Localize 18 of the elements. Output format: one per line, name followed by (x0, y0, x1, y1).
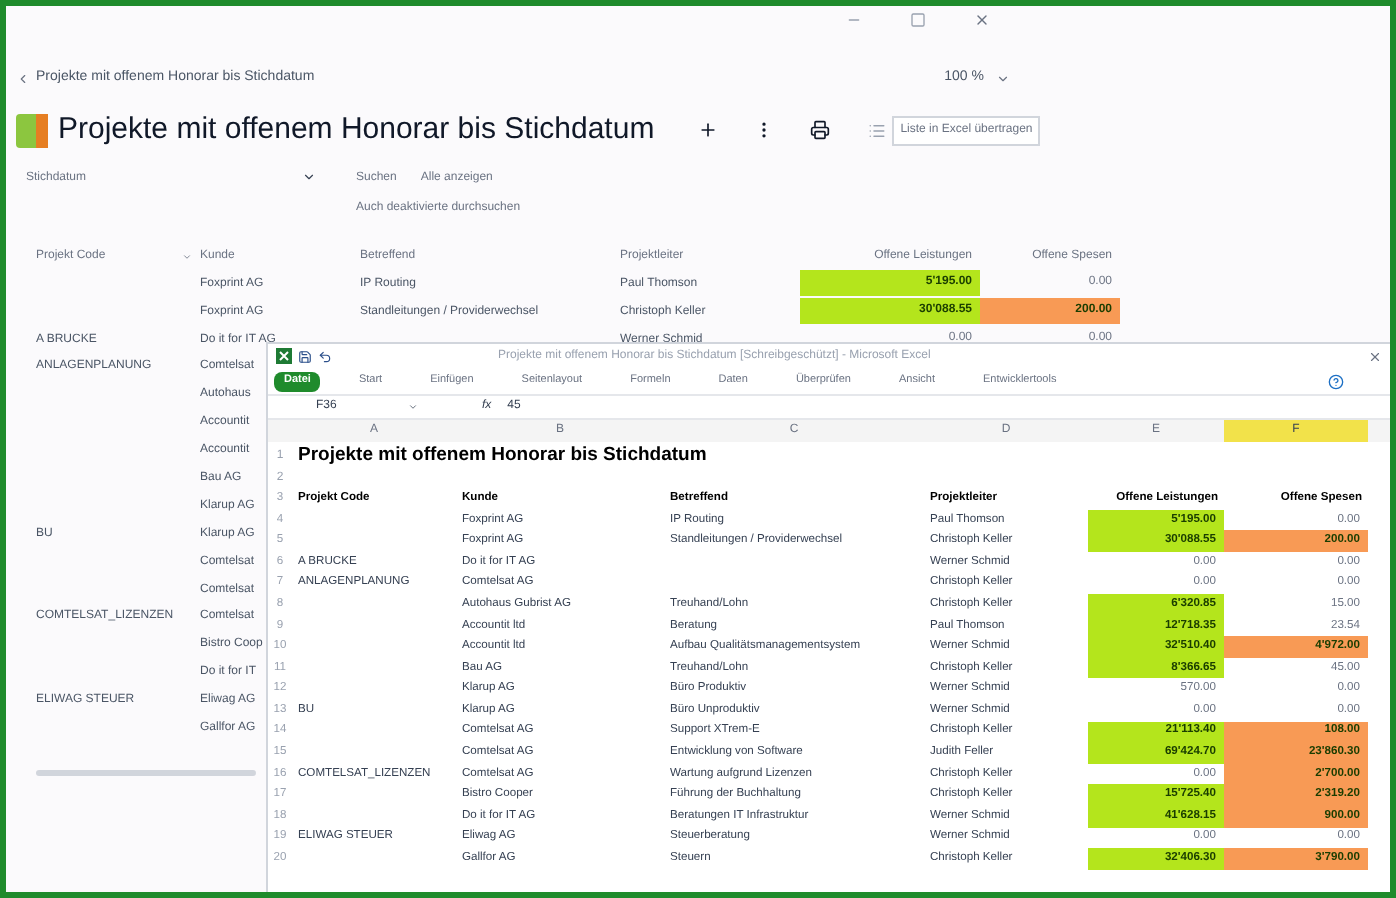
undo-icon[interactable] (318, 349, 332, 363)
help-icon[interactable] (1328, 373, 1344, 389)
print-icon[interactable] (810, 120, 831, 140)
zoom-dropdown-icon[interactable] (996, 71, 1010, 85)
page-title: Projekte mit offenem Honorar bis Stichdatum (58, 109, 655, 150)
close-icon[interactable] (1368, 349, 1382, 363)
excel-logo-icon (276, 348, 292, 364)
back-icon[interactable] (16, 71, 30, 85)
dropdown-icon[interactable] (408, 402, 418, 412)
caret-icon (302, 170, 316, 184)
close-icon[interactable] (974, 12, 990, 28)
list-icon[interactable] (868, 121, 887, 139)
save-icon[interactable] (298, 349, 312, 363)
app-logo-icon (16, 113, 48, 147)
sheet-title: Projekte mit offenem Honorar bis Stichdatum (298, 441, 707, 470)
add-icon[interactable] (698, 120, 719, 140)
scrollbar[interactable] (36, 770, 256, 777)
sort-icon (182, 251, 192, 261)
